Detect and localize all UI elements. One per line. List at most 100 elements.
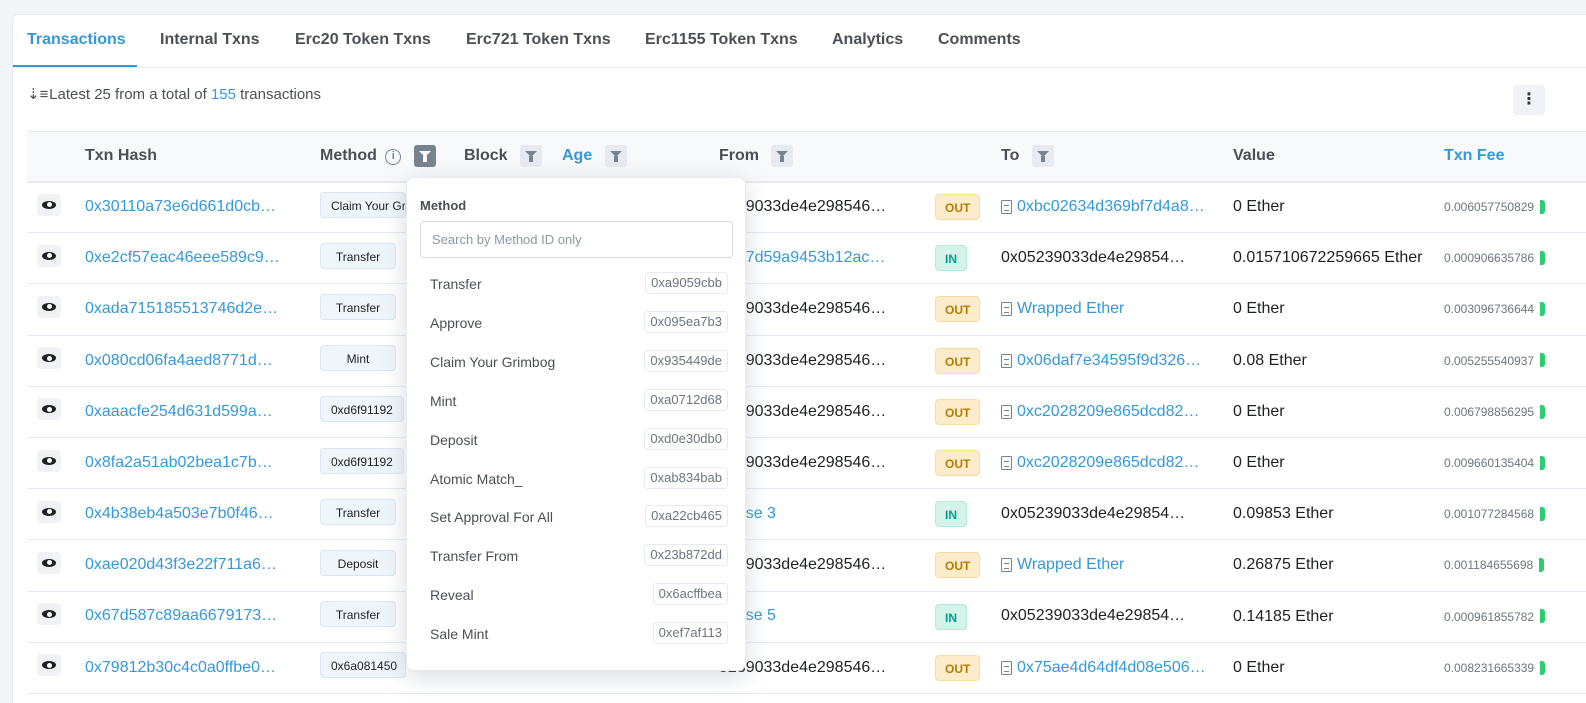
summary-total-count[interactable]: 155	[211, 86, 236, 103]
txn-fee: 0.003096736644	[1444, 302, 1535, 317]
method-filter-item[interactable]: Approve 0x095ea7b3	[420, 306, 733, 340]
method-name: Deposit	[430, 431, 478, 448]
tab-comments[interactable]: Comments	[938, 31, 1021, 49]
method-id: 0xa0712d68	[644, 388, 728, 411]
table-row: 0x79812b30c4c0a0ffbe0… 0x6a081450 5239033d…	[27, 642, 1586, 694]
tab-transactions[interactable]: Transactions	[27, 31, 126, 49]
tab-internal-txns[interactable]: Internal Txns	[160, 31, 260, 49]
method-id: 0xa9059cbb	[645, 272, 728, 294]
block-filter-icon[interactable]	[520, 145, 543, 168]
direction-badge: OUT	[935, 194, 981, 221]
method-filter-item[interactable]: Set Approval For All 0xa22cb465	[420, 500, 733, 534]
txn-hash-link[interactable]: 0x4b38eb4a503e7b0f46…	[85, 505, 274, 523]
method-filter-icon[interactable]	[413, 145, 436, 168]
contract-icon	[1001, 302, 1012, 317]
view-details-eye-icon[interactable]	[37, 551, 61, 574]
tab-erc1155-token-txns[interactable]: Erc1155 Token Txns	[645, 31, 798, 49]
table-row: 0x4b38eb4a503e7b0f46… Transfer nbase 3 IN 0x…	[27, 489, 1586, 540]
txn-hash-link[interactable]: 0xae020d43f3e22f711a6…	[85, 556, 277, 574]
method-id: 0xa22cb465	[645, 505, 728, 528]
more-options-button[interactable]: ⋮	[1513, 85, 1545, 115]
method-id: 0xab834bab	[644, 466, 728, 489]
method-badge: 0x6a081450	[320, 652, 406, 679]
to-address[interactable]: 0xc2028209e865dcd826…	[1017, 454, 1207, 472]
method-badge: Transfer	[320, 601, 396, 628]
direction-badge: IN	[935, 603, 967, 630]
header-age[interactable]: Age	[562, 132, 719, 182]
sort-descending-icon: ⇣≡	[27, 86, 49, 103]
contract-icon	[1001, 200, 1012, 215]
fee-indicator-icon	[1540, 353, 1546, 368]
txn-hash-link[interactable]: 0x8fa2a51ab02bea1c7b…	[85, 454, 273, 472]
txn-hash-link[interactable]: 0x67d587c89aa6679173…	[85, 607, 277, 625]
vertical-ellipsis-icon: ⋮	[1521, 91, 1537, 108]
summary-prefix: Latest 25 from a total of	[49, 86, 207, 103]
view-details-eye-icon[interactable]	[37, 244, 61, 267]
age-filter-icon[interactable]	[604, 145, 627, 168]
txn-hash-link[interactable]: 0x30110a73e6d661d0cb…	[85, 198, 276, 216]
direction-badge: OUT	[935, 654, 981, 681]
fee-indicator-icon	[1540, 506, 1546, 521]
txn-fee: 0.008231665339	[1444, 660, 1535, 675]
method-name: Atomic Match_	[430, 470, 523, 487]
to-address: 0x05239033de4e298546…	[1001, 505, 1191, 523]
txn-fee: 0.001184655698	[1444, 558, 1534, 573]
method-name: Mint	[430, 392, 457, 409]
txn-fee: 0.000906635786	[1444, 251, 1535, 266]
view-details-eye-icon[interactable]	[37, 347, 61, 370]
to-address[interactable]: 0x75ae4d64df4d08e506…	[1017, 659, 1206, 677]
method-id: 0x935449de	[644, 349, 728, 372]
to-address[interactable]: 0xbc02634d369bf7d4a8…	[1017, 198, 1205, 216]
to-address[interactable]: Wrapped Ether	[1017, 300, 1124, 318]
method-filter-item[interactable]: Atomic Match_ 0xab834bab	[420, 462, 733, 496]
method-filter-title: Method	[420, 198, 467, 213]
view-details-eye-icon[interactable]	[37, 500, 61, 523]
header-txn-fee[interactable]: Txn Fee	[1444, 132, 1586, 182]
method-filter-dropdown: Method Transfer 0xa9059cbb Approve 0x095ea7…	[406, 177, 746, 671]
method-filter-item[interactable]: Transfer From 0x23b872dd	[420, 539, 733, 573]
view-details-eye-icon[interactable]	[37, 193, 61, 216]
fee-indicator-icon	[1539, 558, 1545, 573]
txn-hash-link[interactable]: 0xaaacfe254d631d599a…	[85, 403, 273, 421]
txn-value: 0.08 Ether	[1233, 351, 1307, 369]
txn-hash-link[interactable]: 0x080cd06fa4aed8771d…	[85, 352, 273, 370]
method-filter-item[interactable]: Deposit 0xd0e30db0	[420, 423, 733, 457]
txn-value: 0 Ether	[1233, 300, 1285, 318]
tab-erc20-token-txns[interactable]: Erc20 Token Txns	[295, 31, 431, 49]
to-filter-icon[interactable]	[1031, 145, 1054, 168]
to-address: 0x05239033de4e298546…	[1001, 249, 1191, 267]
method-filter-item[interactable]: Mint 0xa0712d68	[420, 384, 733, 418]
method-name: Set Approval For All	[430, 509, 553, 526]
transactions-table-body: 0x30110a73e6d661d0cb… Claim Your Gri 52390…	[27, 182, 1586, 694]
table-row: 0xae020d43f3e22f711a6… Deposit 5239033de4e…	[27, 540, 1586, 591]
view-details-eye-icon[interactable]	[37, 654, 61, 677]
method-filter-item[interactable]: Reveal 0x6acffbea	[420, 578, 733, 612]
method-badge: Transfer	[320, 293, 396, 320]
txn-fee: 0.000961855782	[1444, 609, 1535, 624]
to-address[interactable]: 0xc2028209e865dcd826…	[1017, 403, 1207, 421]
method-badge: Deposit	[320, 549, 396, 576]
from-filter-icon[interactable]	[771, 145, 794, 168]
method-id: 0xef7af113	[652, 622, 728, 645]
txn-value: 0 Ether	[1233, 198, 1285, 216]
view-details-eye-icon[interactable]	[37, 295, 61, 318]
to-address[interactable]: 0x06daf7e34595f9d3260…	[1017, 352, 1207, 370]
table-row: 0xada715185513746d2e… Transfer 5239033de4e…	[27, 284, 1586, 336]
view-details-eye-icon[interactable]	[37, 449, 61, 472]
txn-hash-link[interactable]: 0xe2cf57eac46eee589c9…	[85, 249, 280, 267]
view-details-eye-icon[interactable]	[37, 603, 61, 626]
method-id: 0xd0e30db0	[644, 427, 728, 450]
method-filter-item[interactable]: Transfer 0xa9059cbb	[420, 267, 733, 301]
contract-icon	[1001, 660, 1012, 675]
tab-erc721-token-txns[interactable]: Erc721 Token Txns	[466, 31, 611, 49]
transactions-summary: ⇣≡ Latest 25 from a total of 155 transac…	[27, 85, 321, 103]
method-filter-item[interactable]: Sale Mint 0xef7af113	[420, 617, 733, 651]
method-filter-item[interactable]: Claim Your Grimbog 0x935449de	[420, 345, 733, 379]
to-address[interactable]: Wrapped Ether	[1017, 556, 1124, 574]
txn-hash-link[interactable]: 0x79812b30c4c0a0ffbe0…	[85, 659, 276, 677]
tab-analytics[interactable]: Analytics	[832, 31, 903, 49]
view-details-eye-icon[interactable]	[37, 398, 61, 421]
info-icon[interactable]: i	[385, 149, 402, 166]
method-id-search-input[interactable]	[420, 221, 733, 258]
txn-hash-link[interactable]: 0xada715185513746d2e…	[85, 300, 278, 318]
